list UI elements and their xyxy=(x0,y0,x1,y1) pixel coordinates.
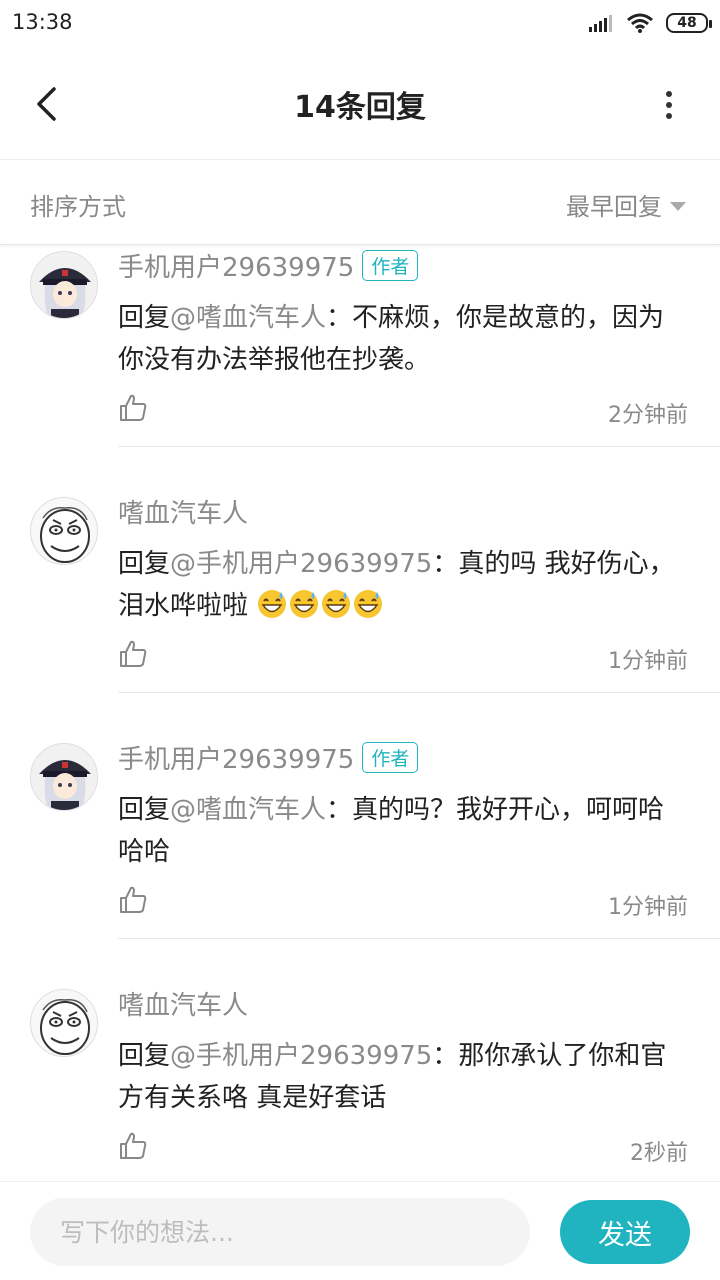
comment-time: 1分钟前 xyxy=(608,895,688,920)
mention-link[interactable]: @手机用户29639975 xyxy=(170,1041,432,1071)
username-text: 手机用户29639975 xyxy=(118,745,355,775)
status-icons: 48 xyxy=(588,12,712,34)
username-text: 嗜血汽车人 xyxy=(118,499,249,529)
send-button[interactable]: 发送 xyxy=(560,1200,690,1264)
thumbs-up-icon xyxy=(120,1132,147,1159)
grinning-sweat-emoji-icon xyxy=(290,590,319,618)
caret-down-icon xyxy=(670,201,686,211)
comment-username[interactable]: 嗜血汽车人 xyxy=(118,493,248,530)
avatar[interactable] xyxy=(30,743,98,811)
comment-item[interactable]: 嗜血汽车人 回复@手机用户29639975：那你承认了你和官方有关系咯 真是好套… xyxy=(0,939,720,1181)
comment-item[interactable]: 手机用户29639975 作者 回复@嗜血汽车人：真的吗？我好开心，呵呵哈哈哈 … xyxy=(0,693,720,939)
author-badge: 作者 xyxy=(362,250,419,281)
anime-avatar-icon xyxy=(31,252,97,318)
comment-username[interactable]: 嗜血汽车人 xyxy=(118,985,248,1022)
mention-link[interactable]: @手机用户29639975 xyxy=(170,549,432,579)
battery-icon: 48 xyxy=(666,13,712,33)
comment-time: 2秒前 xyxy=(630,1141,688,1166)
username-text: 手机用户29639975 xyxy=(118,253,355,283)
like-button[interactable] xyxy=(118,639,150,671)
comment-item[interactable]: 嗜血汽车人 回复@手机用户29639975：真的吗 我好伤心，泪水哗啦啦 1分钟… xyxy=(0,447,720,693)
grinning-sweat-emoji-icon xyxy=(354,590,383,618)
signal-icon xyxy=(589,15,612,32)
avatar[interactable] xyxy=(30,251,98,319)
comment-text: 回复@手机用户29639975：真的吗 我好伤心，泪水哗啦啦 xyxy=(118,543,688,627)
status-time: 13:38 xyxy=(12,10,73,34)
reply-prefix: 回复 xyxy=(118,549,171,579)
comment-text: 回复@嗜血汽车人：真的吗？我好开心，呵呵哈哈哈 xyxy=(118,789,688,873)
like-button[interactable] xyxy=(118,393,150,425)
comment-text: 回复@手机用户29639975：那你承认了你和官方有关系咯 真是好套话 xyxy=(118,1035,688,1119)
like-button[interactable] xyxy=(118,885,150,917)
grinning-sweat-emoji-icon xyxy=(258,590,287,618)
comment-username[interactable]: 手机用户29639975 作者 xyxy=(118,739,419,776)
like-button[interactable] xyxy=(118,1131,150,1163)
wifi-icon xyxy=(627,13,653,33)
avatar[interactable] xyxy=(30,989,98,1057)
username-text: 嗜血汽车人 xyxy=(118,991,249,1021)
status-bar: 13:38 48 xyxy=(0,0,720,50)
reply-input[interactable] xyxy=(30,1198,530,1266)
thumbs-up-icon xyxy=(120,394,147,421)
reply-prefix: 回复 xyxy=(118,795,171,825)
mention-link[interactable]: @嗜血汽车人 xyxy=(170,303,326,333)
sketch-face-avatar-icon xyxy=(31,990,97,1056)
author-badge: 作者 xyxy=(362,742,419,773)
more-vertical-icon xyxy=(666,91,672,119)
thumbs-up-icon xyxy=(120,886,147,913)
comment-time: 2分钟前 xyxy=(608,403,688,428)
comment-text: 回复@嗜血汽车人：不麻烦，你是故意的，因为你没有办法举报他在抄袭。 xyxy=(118,297,688,381)
comment-time: 1分钟前 xyxy=(608,649,688,674)
reply-prefix: 回复 xyxy=(118,1041,171,1071)
sort-dropdown[interactable]: 最早回复 xyxy=(566,187,686,222)
comment-item[interactable]: 手机用户29639975 作者 回复@嗜血汽车人：不麻烦，你是故意的，因为你没有… xyxy=(0,246,720,447)
more-options-button[interactable] xyxy=(654,80,684,130)
sort-selected-value: 最早回复 xyxy=(566,193,662,221)
sort-label: 排序方式 xyxy=(30,193,126,221)
anime-avatar-icon xyxy=(31,744,97,810)
reply-prefix: 回复 xyxy=(118,303,171,333)
grinning-sweat-emoji-icon xyxy=(322,590,351,618)
comment-username[interactable]: 手机用户29639975 作者 xyxy=(118,247,419,284)
page-title: 14条回复 xyxy=(294,90,426,125)
thumbs-up-icon xyxy=(120,640,147,667)
battery-level: 48 xyxy=(677,15,697,31)
sort-bar: 排序方式 最早回复 xyxy=(0,161,720,245)
mention-link[interactable]: @嗜血汽车人 xyxy=(170,795,326,825)
reply-input-bar: 发送 xyxy=(0,1181,720,1280)
page-header: 14条回复 xyxy=(0,50,720,160)
sketch-face-avatar-icon xyxy=(31,498,97,564)
avatar[interactable] xyxy=(30,497,98,565)
comment-list[interactable]: 手机用户29639975 作者 回复@嗜血汽车人：不麻烦，你是故意的，因为你没有… xyxy=(0,246,720,1181)
